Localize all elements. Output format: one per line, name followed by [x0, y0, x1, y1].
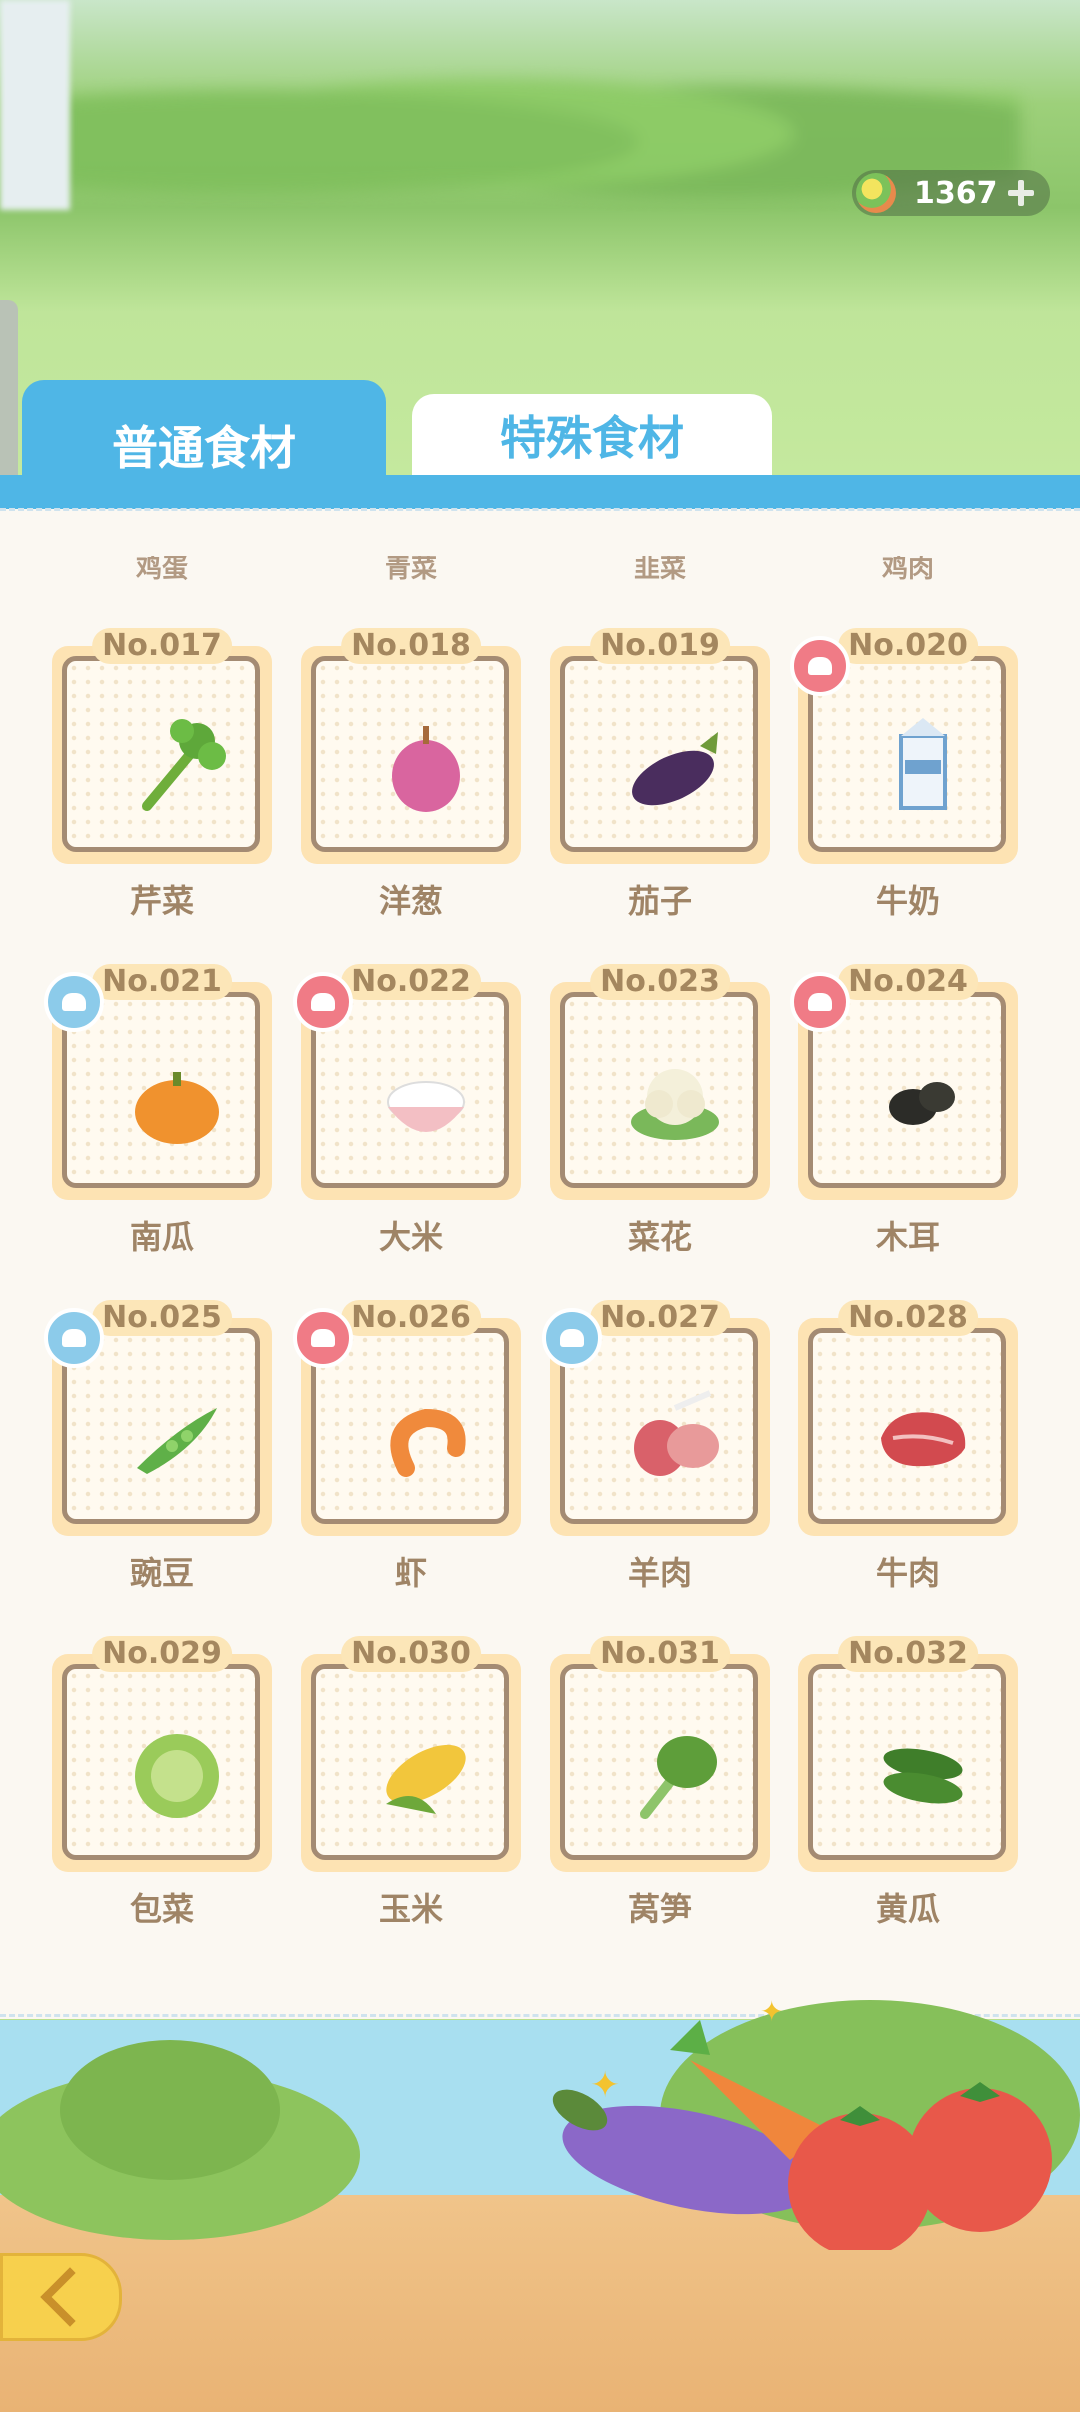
list-item-label: 韭菜	[633, 554, 686, 584]
ingredient-name: 羊肉	[627, 1554, 692, 1592]
ingredient-number: No.025	[92, 1300, 232, 1336]
cabbage-icon	[135, 1734, 219, 1818]
list-item-label: 鸡肉	[881, 554, 934, 584]
back-arrow-icon	[40, 2267, 100, 2327]
ingredient-frame	[52, 1654, 272, 1872]
tab-bar	[0, 475, 1080, 509]
ingredient-image-area	[311, 1664, 509, 1860]
ingredient-name: 木耳	[875, 1218, 940, 1256]
ingredient-name: 牛奶	[875, 882, 940, 920]
ingredient-number: No.020	[838, 628, 978, 664]
ingredient-number: No.031	[590, 1636, 730, 1672]
ingredient-name: 芹菜	[129, 882, 194, 920]
corn-icon	[386, 1744, 466, 1814]
ingredient-frame	[301, 646, 521, 864]
ingredient-image-area	[808, 1664, 1006, 1860]
shrimp-icon	[390, 1408, 466, 1477]
wood-ear-fungus-icon	[889, 1082, 955, 1125]
ingredient-frame	[550, 1654, 770, 1872]
list-item-label: 鸡蛋	[135, 554, 188, 584]
rice-bowl-icon	[387, 1081, 465, 1132]
list-item-label: 青菜	[384, 554, 437, 584]
ingredient-number: No.032	[838, 1636, 978, 1672]
ingredient-number: No.024	[838, 964, 978, 1000]
ingredient-number: No.018	[341, 628, 481, 664]
ingredient-number: No.022	[341, 964, 481, 1000]
ingredient-frame	[550, 982, 770, 1200]
ingredient-name: 菜花	[627, 1218, 692, 1256]
ingredient-number: No.027	[590, 1300, 730, 1336]
lamb-meat-icon	[634, 1390, 719, 1476]
chef-hat-icon	[293, 1308, 353, 1368]
ingredient-image-area	[311, 656, 509, 852]
ingredient-name: 大米	[378, 1218, 443, 1256]
milk-carton-icon	[899, 718, 947, 810]
back-button[interactable]	[0, 2253, 122, 2341]
chef-hat-icon	[44, 972, 104, 1032]
eggplant-icon	[632, 732, 718, 806]
chef-hat-icon	[542, 1308, 602, 1368]
cauliflower-icon	[631, 1069, 719, 1140]
ingredient-name: 虾	[394, 1554, 427, 1592]
ingredient-name: 莴笋	[627, 1890, 692, 1928]
chef-hat-icon	[790, 972, 850, 1032]
ingredient-number: No.017	[92, 628, 232, 664]
ingredient-frame	[798, 1318, 1018, 1536]
ingredient-number: No.023	[590, 964, 730, 1000]
ingredient-name: 牛肉	[875, 1554, 940, 1592]
ingredient-name: 洋葱	[378, 882, 443, 920]
ingredient-frame	[52, 646, 272, 864]
ingredient-image-area	[62, 656, 260, 852]
ingredient-image-area	[62, 1664, 260, 1860]
ingredient-image-area	[560, 992, 758, 1188]
sparkle-icon: ✦	[760, 1995, 784, 2028]
tab-label: 特殊食材	[500, 411, 684, 465]
ingredient-number: No.019	[590, 628, 730, 664]
onion-icon	[392, 726, 460, 812]
ingredient-frame	[301, 1654, 521, 1872]
ingredient-number: No.029	[92, 1636, 232, 1672]
ingredient-name: 南瓜	[129, 1218, 194, 1256]
ingredient-number: No.030	[341, 1636, 481, 1672]
tab-label: 普通食材	[112, 420, 296, 475]
ingredient-image-area	[560, 1664, 758, 1860]
ingredient-number: No.026	[341, 1300, 481, 1336]
ingredient-name: 茄子	[627, 882, 692, 920]
cucumber-icon	[883, 1748, 963, 1804]
pea-pod-icon	[137, 1408, 217, 1474]
celery-icon	[142, 719, 226, 811]
ingredient-name: 玉米	[378, 1890, 443, 1928]
ingredient-image-area	[808, 1328, 1006, 1524]
ingredient-name: 黄瓜	[875, 1890, 940, 1928]
plus-icon[interactable]	[1006, 178, 1036, 208]
previous-row-labels: 鸡蛋 青菜 韭菜 鸡肉	[0, 548, 1080, 584]
ingredient-image-area	[560, 656, 758, 852]
ingredient-number: No.028	[838, 1300, 978, 1336]
currency-amount: 1367	[914, 175, 998, 211]
ingredient-frame	[798, 1654, 1018, 1872]
chef-hat-icon	[790, 636, 850, 696]
ingredient-name: 包菜	[129, 1890, 194, 1928]
bush	[60, 2040, 280, 2180]
currency-counter: 1367	[852, 170, 1050, 216]
rainbow-coin-icon	[856, 173, 896, 213]
background-wall	[0, 0, 70, 210]
ingredient-number: No.021	[92, 964, 232, 1000]
ingredient-frame	[550, 646, 770, 864]
pumpkin-icon	[135, 1072, 219, 1144]
vegetable-pile-icon	[552, 2020, 1052, 2250]
beef-icon	[881, 1412, 966, 1467]
tab-special-ingredients[interactable]: 特殊食材	[412, 394, 772, 476]
sparkle-icon: ✦	[590, 2065, 621, 2106]
chef-hat-icon	[44, 1308, 104, 1368]
divider	[0, 508, 1080, 511]
ingredient-name: 豌豆	[129, 1554, 194, 1592]
chef-hat-icon	[293, 972, 353, 1032]
lettuce-icon	[640, 1736, 717, 1819]
